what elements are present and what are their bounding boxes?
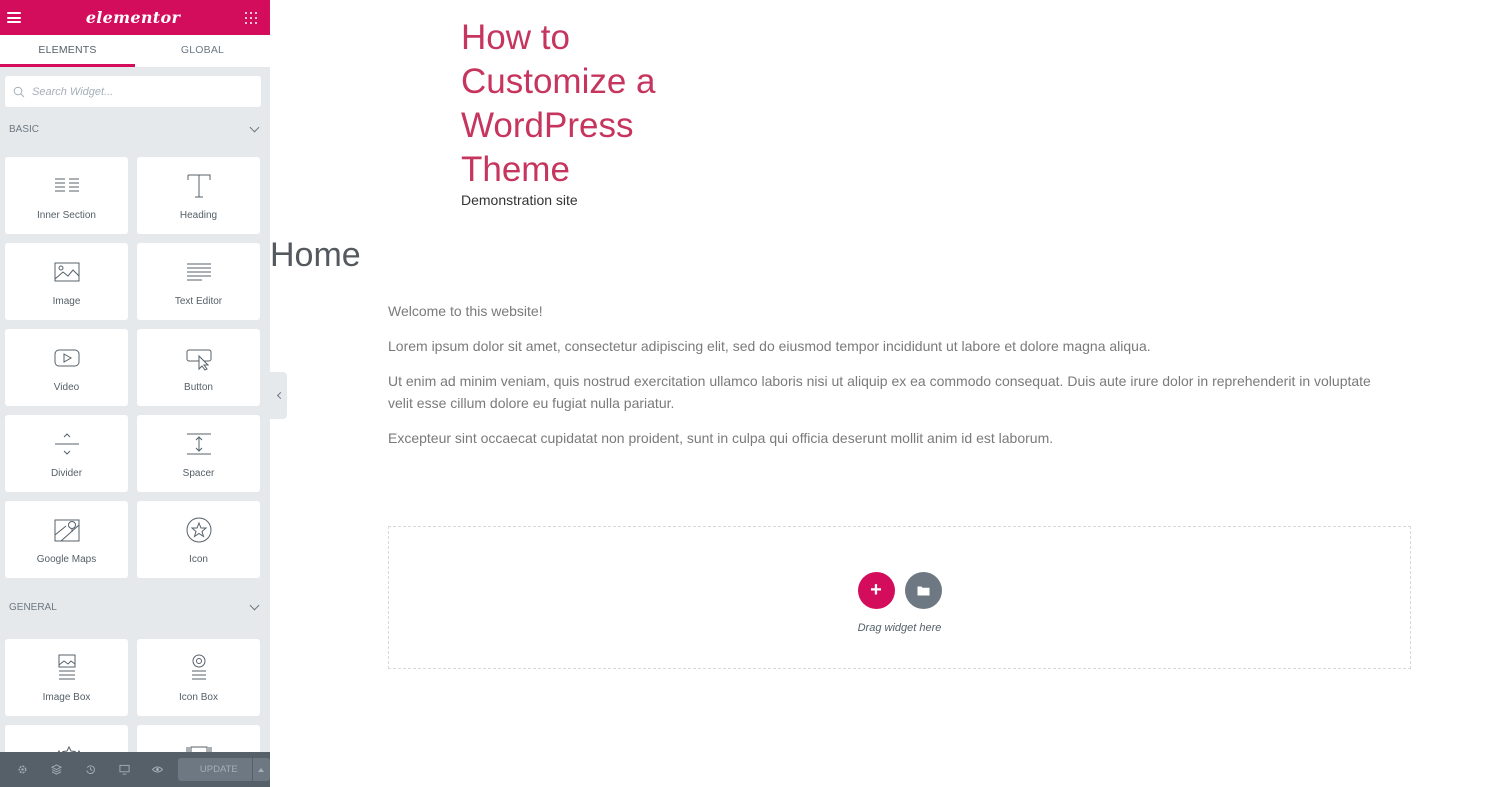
star-icon [186,517,211,543]
widget-image-box[interactable]: Image Box [5,639,128,716]
panel-header: elementor [0,0,270,35]
search-box [5,76,261,107]
widget-label: Heading [179,210,218,221]
update-button[interactable]: UPDATE [177,758,270,781]
widget-button[interactable]: Button [137,329,260,406]
widget-video[interactable]: Video [5,329,128,406]
widget-text-editor[interactable]: Text Editor [137,243,260,320]
add-section-button[interactable]: + [857,571,895,609]
update-label: UPDATE [199,764,238,775]
widget-label: Video [53,382,80,393]
panel-tabs: ELEMENTS GLOBAL [0,35,270,67]
page-title: Home [270,236,361,274]
responsive-icon[interactable] [107,752,141,787]
history-icon[interactable] [73,752,107,787]
content-paragraph: Welcome to this website! [388,303,543,319]
widget-label: Google Maps [36,554,97,565]
widget-image[interactable]: Image [5,243,128,320]
dropzone-label: Drag widget here [857,621,942,634]
widget-label: Image Box [42,692,91,703]
widget-label: Icon [189,554,208,565]
page-content[interactable]: Welcome to this website! Lorem ipsum dol… [388,300,1388,462]
video-icon [54,349,79,367]
hamburger-menu-icon[interactable] [7,12,21,23]
widget-google-maps[interactable]: Google Maps [5,501,128,578]
widget-label: Text Editor [174,296,223,307]
widget-spacer[interactable]: Spacer [137,415,260,492]
elementor-logo: elementor [85,8,181,27]
settings-icon[interactable] [6,752,40,787]
content-paragraph: Lorem ipsum dolor sit amet, consectetur … [388,338,1151,354]
divider-icon [54,433,79,455]
navigator-icon[interactable] [40,752,74,787]
heading-icon [187,174,210,198]
tab-global[interactable]: GLOBAL [135,35,270,67]
chevron-down-icon [249,122,260,132]
map-icon [54,519,79,542]
widget-label: Divider [50,468,83,479]
folder-icon [917,586,929,595]
widget-icon-box[interactable]: Icon Box [137,639,260,716]
preview-icon[interactable] [141,752,175,787]
text-editor-icon [186,263,211,281]
widget-label: Image [52,296,81,307]
site-title[interactable]: How to Customize a WordPress Theme [461,16,721,192]
image-icon [54,262,79,282]
chevron-left-icon [276,391,284,400]
tab-elements[interactable]: ELEMENTS [0,35,135,67]
category-general-header[interactable]: GENERAL [0,587,270,627]
category-basic-header[interactable]: BASIC [0,109,270,149]
content-paragraph: Ut enim ad minim veniam, quis nostrud ex… [388,373,1371,411]
spacer-icon [186,433,211,455]
widget-label: Spacer [182,468,215,479]
widget-divider[interactable]: Divider [5,415,128,492]
plus-icon: + [870,578,882,601]
content-paragraph: Excepteur sint occaecat cupidatat non pr… [388,430,1054,446]
widget-inner-section[interactable]: Inner Section [5,157,128,234]
widget-heading[interactable]: Heading [137,157,260,234]
icon-box-icon [191,654,206,680]
collapse-panel-handle[interactable] [270,372,287,419]
image-box-icon [58,654,75,680]
widget-label: Icon Box [179,692,218,703]
elementor-panel: elementor ELEMENTS GLOBAL BASIC Inner Se… [0,0,270,787]
button-icon [186,349,211,371]
widget-label: Button [184,382,213,393]
add-template-button[interactable] [904,571,942,609]
inner-section-icon [54,178,79,192]
widgets-grid-icon[interactable] [245,11,257,24]
search-icon [13,86,25,97]
category-basic-label: BASIC [9,123,40,135]
chevron-down-icon [249,600,260,610]
widget-label: Inner Section [37,210,96,221]
widget-icon[interactable]: Icon [137,501,260,578]
dropzone-buttons: + [857,571,942,609]
category-general-label: GENERAL [9,601,57,613]
basic-widgets-grid: Inner Section Heading Image Text Editor … [0,149,270,578]
search-widget-input[interactable] [32,85,232,98]
panel-footer: UPDATE [0,752,270,787]
chevron-up-icon[interactable] [251,758,270,781]
site-description: Demonstration site [461,192,578,208]
widget-dropzone[interactable]: + Drag widget here [388,526,1411,669]
